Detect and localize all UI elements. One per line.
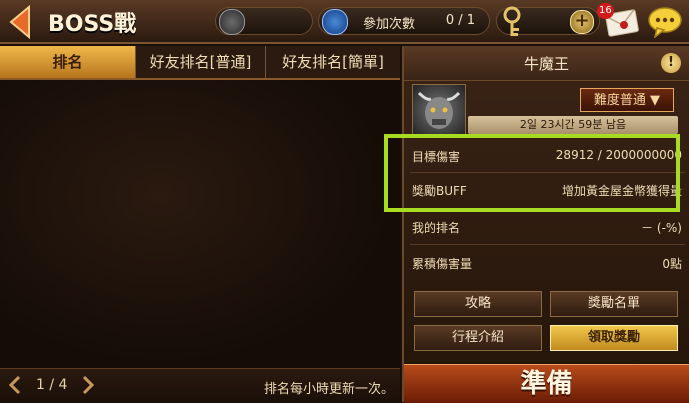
participation-value: 0 / 1 — [445, 13, 475, 28]
difficulty-dropdown[interactable]: 難度普通 ▼ — [580, 88, 674, 112]
page-title: BOSS戰 — [48, 12, 137, 37]
info-icon[interactable]: ! — [661, 53, 681, 73]
participation-counter: 參加次數 0 / 1 — [318, 7, 490, 35]
boss-emblem-pill[interactable] — [215, 7, 313, 35]
tab-friend-ranking-easy[interactable]: 好友排名[簡單] — [266, 46, 400, 78]
back-arrow-icon — [9, 5, 30, 39]
top-bar: BOSS戰 參加次數 0 / 1 + 16 — [0, 0, 689, 44]
boss-emblem-icon — [219, 9, 245, 35]
prev-page-icon[interactable] — [8, 375, 22, 395]
back-button[interactable] — [6, 5, 36, 39]
ranking-list[interactable] — [0, 80, 400, 368]
pager: 1 / 4 — [8, 375, 95, 395]
cumulative-damage-row: 累積傷害量 0點 — [412, 252, 682, 274]
participation-label: 參加次數 — [363, 17, 416, 32]
mail-count-badge: 16 — [597, 3, 614, 19]
my-rank-row: 我的排名 － (-%) — [412, 216, 682, 238]
update-note: 排名每小時更新一次。 — [263, 382, 394, 397]
reward-list-button[interactable]: 獎勵名單 — [550, 291, 678, 317]
chat-icon[interactable] — [647, 6, 683, 38]
strategy-button[interactable]: 攻略 — [414, 291, 542, 317]
claim-reward-button[interactable]: 領取獎勵 — [550, 325, 678, 351]
ready-button[interactable]: 準備 — [404, 364, 689, 403]
my-rank-label: 我的排名 — [412, 221, 461, 235]
cumulative-damage-value: 0點 — [662, 257, 682, 271]
participation-icon — [322, 9, 348, 35]
add-currency-icon[interactable]: + — [570, 10, 594, 34]
cumulative-damage-label: 累積傷害量 — [412, 257, 473, 271]
boss-header: 牛魔王 ! — [404, 46, 689, 81]
boss-panel: 牛魔王 ! 難度普通 ▼ 2일 23시간 59분 남음 目標傷害 28912 /… — [384, 46, 689, 403]
highlight-box — [384, 134, 680, 212]
bull-demon-portrait-icon — [417, 91, 461, 129]
time-remaining: 2일 23시간 59분 남음 — [468, 116, 678, 134]
next-page-icon[interactable] — [81, 375, 95, 395]
page-indicator: 1 / 4 — [36, 377, 68, 393]
schedule-button[interactable]: 行程介紹 — [414, 325, 542, 351]
list-footer: 1 / 4 排名每小時更新一次。 — [0, 368, 400, 402]
tab-ranking[interactable]: 排名 — [0, 46, 136, 78]
my-rank-value: － (-%) — [641, 221, 682, 235]
tab-friend-ranking-normal[interactable]: 好友排名[普通] — [136, 46, 266, 78]
boss-portrait — [412, 84, 466, 136]
divider — [410, 244, 685, 245]
ranking-tabs: 排名 好友排名[普通] 好友排名[簡單] — [0, 46, 400, 80]
boss-name: 牛魔王 — [523, 55, 569, 73]
key-icon[interactable] — [500, 6, 524, 38]
